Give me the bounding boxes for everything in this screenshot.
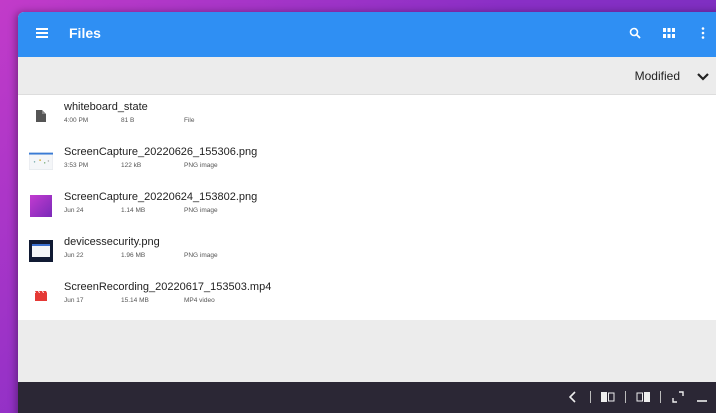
file-type: PNG image: [184, 207, 218, 214]
file-name: ScreenCapture_20220626_155306.png: [64, 146, 258, 158]
maximize-icon[interactable]: [671, 390, 685, 404]
file-size: 1.96 MB: [121, 252, 146, 259]
file-date: Jun 24: [64, 207, 84, 214]
document-icon: [29, 104, 53, 128]
file-row[interactable]: ScreenRecording_20220617_153503.mp4 Jun …: [18, 275, 716, 320]
back-icon[interactable]: [566, 390, 580, 404]
file-row[interactable]: ScreenCapture_20220624_153802.png Jun 24…: [18, 185, 716, 230]
chevron-down-icon[interactable]: [696, 69, 710, 83]
files-app-window: Files Modified whiteboard_state 4:00 PM …: [18, 12, 716, 413]
grid-view-icon[interactable]: [662, 26, 676, 40]
file-size: 15.14 MB: [121, 297, 149, 304]
sort-button[interactable]: Modified: [635, 69, 680, 83]
file-name: ScreenCapture_20220624_153802.png: [64, 191, 258, 203]
file-date: 4:00 PM: [64, 117, 89, 124]
file-name: whiteboard_state: [64, 101, 148, 113]
hamburger-menu-icon[interactable]: [36, 28, 48, 38]
divider: [590, 391, 591, 403]
image-thumbnail: [29, 239, 53, 263]
file-list: whiteboard_state 4:00 PM 81 B File Scree…: [18, 95, 716, 320]
image-thumbnail: [29, 194, 53, 218]
window-control-bar: [18, 382, 716, 413]
snap-right-icon[interactable]: [636, 390, 650, 404]
file-row[interactable]: ScreenCapture_20220626_155306.png 3:53 P…: [18, 140, 716, 185]
more-vert-icon[interactable]: [696, 26, 710, 40]
file-size: 81 B: [121, 117, 135, 124]
divider: [660, 391, 661, 403]
file-type: MP4 video: [184, 297, 215, 304]
app-bar-actions: [628, 26, 710, 40]
file-name: ScreenRecording_20220617_153503.mp4: [64, 281, 272, 293]
file-type: PNG image: [184, 162, 218, 169]
app-title: Files: [69, 25, 101, 41]
image-thumbnail: [29, 149, 53, 173]
file-row[interactable]: whiteboard_state 4:00 PM 81 B File: [18, 95, 716, 140]
file-type: PNG image: [184, 252, 218, 259]
file-name: devicessecurity.png: [64, 236, 160, 248]
file-size: 122 kB: [121, 162, 142, 169]
file-size: 1.14 MB: [121, 207, 146, 214]
divider: [625, 391, 626, 403]
snap-left-icon[interactable]: [601, 390, 615, 404]
file-date: Jun 17: [64, 297, 84, 304]
window-controls: [566, 382, 716, 412]
sort-bar: Modified: [18, 57, 716, 95]
empty-list-area: [18, 320, 716, 382]
app-bar: Files: [18, 12, 716, 57]
file-date: Jun 22: [64, 252, 84, 259]
file-date: 3:53 PM: [64, 162, 89, 169]
file-row[interactable]: devicessecurity.png Jun 22 1.96 MB PNG i…: [18, 230, 716, 275]
search-icon[interactable]: [628, 26, 642, 40]
video-icon: [29, 284, 53, 308]
file-type: File: [184, 117, 195, 124]
minimize-icon[interactable]: [695, 390, 709, 404]
